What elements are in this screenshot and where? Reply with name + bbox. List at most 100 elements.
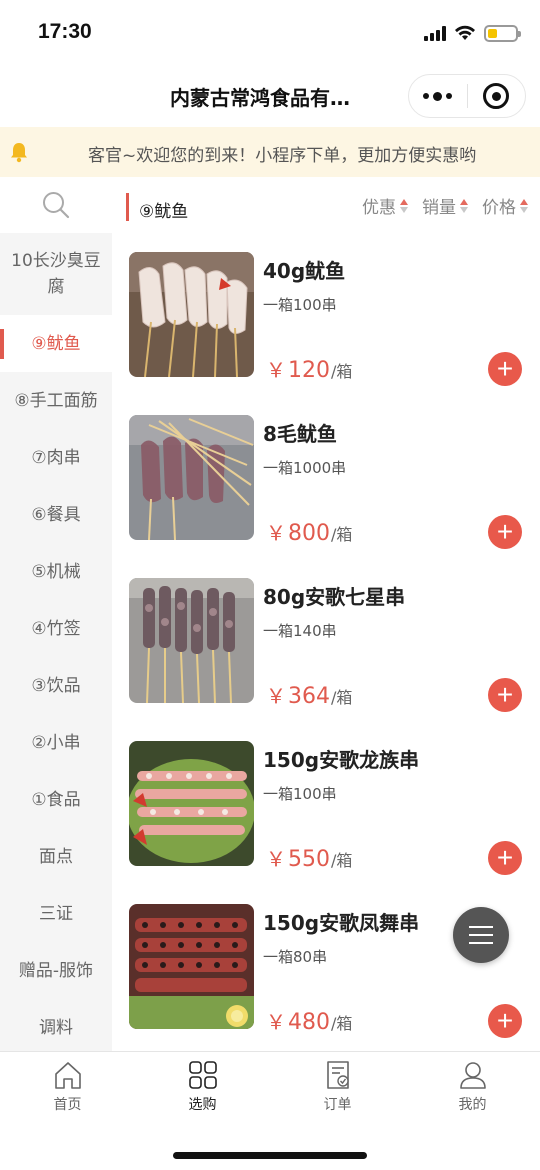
- product-price: ￥ 120 /箱: [266, 354, 352, 383]
- product-card[interactable]: 40g鱿鱼 一箱100串 ￥ 120 /箱 +: [112, 233, 540, 396]
- product-card[interactable]: 80g安歌七星串 一箱140串 ￥ 364 /箱 +: [112, 559, 540, 722]
- sort-discount-button[interactable]: 优惠: [362, 193, 408, 218]
- sort-arrows-icon: [460, 198, 468, 213]
- sidebar-item-pastry[interactable]: 面点: [0, 828, 112, 885]
- currency-symbol: ￥: [266, 1010, 286, 1034]
- sidebar-item-gluten[interactable]: ⑧手工面筋: [0, 372, 112, 429]
- product-name: 80g安歌七星串: [263, 585, 406, 609]
- bell-icon: [11, 143, 27, 163]
- price-value: 800: [288, 521, 330, 546]
- product-image[interactable]: [129, 415, 254, 540]
- search-icon: [43, 192, 70, 219]
- price-unit: /箱: [331, 851, 353, 870]
- product-price: ￥ 550 /箱: [266, 843, 352, 872]
- product-image[interactable]: [129, 741, 254, 866]
- user-icon: [459, 1062, 486, 1089]
- sort-options: 优惠 销量 价格: [362, 193, 528, 218]
- add-to-cart-button[interactable]: +: [488, 515, 522, 549]
- currency-symbol: ￥: [266, 847, 286, 871]
- sidebar-item-drinks[interactable]: ③饮品: [0, 657, 112, 714]
- sidebar-item-gifts-apparel[interactable]: 赠品-服饰: [0, 942, 112, 999]
- menu-line: [469, 926, 493, 928]
- sidebar-item-meat-skewers[interactable]: ⑦肉串: [0, 429, 112, 486]
- add-to-cart-button[interactable]: +: [488, 841, 522, 875]
- price-unit: /箱: [331, 1014, 353, 1033]
- tab-orders-label: 订单: [323, 1097, 352, 1113]
- tab-home-label: 首页: [53, 1097, 82, 1113]
- sidebar-item-small-skewers[interactable]: ②小串: [0, 714, 112, 771]
- floating-menu-button[interactable]: [453, 907, 509, 963]
- search-button[interactable]: [0, 177, 112, 233]
- section-title: ⑨鱿鱼: [139, 202, 189, 222]
- sort-arrows-icon: [520, 198, 528, 213]
- home-icon: [54, 1062, 81, 1089]
- menu-line: [469, 942, 493, 944]
- plus-icon: +: [496, 516, 514, 547]
- add-to-cart-button[interactable]: +: [488, 678, 522, 712]
- close-miniprogram-button[interactable]: [468, 75, 526, 117]
- signal-icon: [424, 25, 446, 41]
- plus-icon: +: [496, 1005, 514, 1036]
- product-spec: 一箱100串: [263, 296, 337, 314]
- product-name: 40g鱿鱼: [263, 259, 346, 283]
- sidebar-item-squid[interactable]: ⑨鱿鱼: [0, 315, 112, 372]
- sort-sales-label: 销量: [422, 198, 456, 218]
- content-header: ⑨鱿鱼 优惠 销量 价格: [112, 177, 540, 233]
- capsule-menu: [408, 74, 526, 118]
- nav-bar: 内蒙古常鸿食品有…: [0, 66, 540, 126]
- price-value: 364: [288, 684, 330, 709]
- tab-shop[interactable]: 选购: [135, 1060, 270, 1114]
- tab-profile-label: 我的: [458, 1097, 487, 1113]
- currency-symbol: ￥: [266, 358, 286, 382]
- sort-arrows-icon: [400, 198, 408, 213]
- tab-profile[interactable]: 我的: [405, 1060, 540, 1114]
- target-icon: [483, 83, 510, 109]
- product-name: 8毛鱿鱼: [263, 422, 337, 446]
- product-image[interactable]: [129, 252, 254, 377]
- product-spec: 一箱1000串: [263, 459, 347, 477]
- price-value: 480: [288, 1010, 330, 1035]
- add-to-cart-button[interactable]: +: [488, 352, 522, 386]
- price-unit: /箱: [331, 525, 353, 544]
- sort-price-button[interactable]: 价格: [482, 193, 528, 218]
- status-icons: [424, 22, 521, 44]
- price-value: 120: [288, 358, 330, 383]
- more-button[interactable]: [409, 75, 467, 117]
- product-spec: 一箱140串: [263, 622, 337, 640]
- battery-icon: [484, 24, 521, 42]
- currency-symbol: ￥: [266, 684, 286, 708]
- notice-bar: 客官~欢迎您的到来！小程序下单，更加方便实惠哟: [0, 127, 540, 177]
- sidebar-item-seasoning[interactable]: 调料: [0, 999, 112, 1051]
- tab-home[interactable]: 首页: [0, 1060, 135, 1114]
- sort-sales-button[interactable]: 销量: [422, 193, 468, 218]
- product-name: 150g安歌凤舞串: [263, 911, 420, 935]
- sidebar-item-certificates[interactable]: 三证: [0, 885, 112, 942]
- more-dots-icon: [423, 91, 453, 101]
- status-time: 17:30: [38, 20, 92, 43]
- sidebar-item-changsha-tofu[interactable]: 10长沙臭豆腐: [0, 233, 112, 315]
- section-marker: [126, 193, 129, 221]
- wifi-icon: [455, 25, 475, 40]
- product-price: ￥ 480 /箱: [266, 1006, 352, 1035]
- sort-price-label: 价格: [482, 198, 516, 218]
- category-sidebar: 10长沙臭豆腐 ⑨鱿鱼 ⑧手工面筋 ⑦肉串 ⑥餐具 ⑤机械 ④竹签 ③饮品 ②小…: [0, 177, 112, 1051]
- plus-icon: +: [496, 842, 514, 873]
- sidebar-item-bamboo-sticks[interactable]: ④竹签: [0, 600, 112, 657]
- add-to-cart-button[interactable]: +: [488, 1004, 522, 1038]
- tab-shop-label: 选购: [188, 1097, 217, 1113]
- status-bar: 17:30: [0, 0, 540, 66]
- price-value: 550: [288, 847, 330, 872]
- notice-text: 客官~欢迎您的到来！小程序下单，更加方便实惠哟: [88, 146, 477, 166]
- product-image[interactable]: [129, 904, 254, 1029]
- sidebar-item-food[interactable]: ①食品: [0, 771, 112, 828]
- product-card[interactable]: 150g安歌龙族串 一箱100串 ￥ 550 /箱 +: [112, 722, 540, 885]
- sidebar-item-machinery[interactable]: ⑤机械: [0, 543, 112, 600]
- product-card[interactable]: 8毛鱿鱼 一箱1000串 ￥ 800 /箱 +: [112, 396, 540, 559]
- product-image[interactable]: [129, 578, 254, 703]
- sort-discount-label: 优惠: [362, 198, 396, 218]
- tab-orders[interactable]: 订单: [270, 1060, 405, 1114]
- product-spec: 一箱80串: [263, 948, 328, 966]
- sidebar-item-tableware[interactable]: ⑥餐具: [0, 486, 112, 543]
- menu-line: [469, 934, 493, 936]
- product-price: ￥ 800 /箱: [266, 517, 352, 546]
